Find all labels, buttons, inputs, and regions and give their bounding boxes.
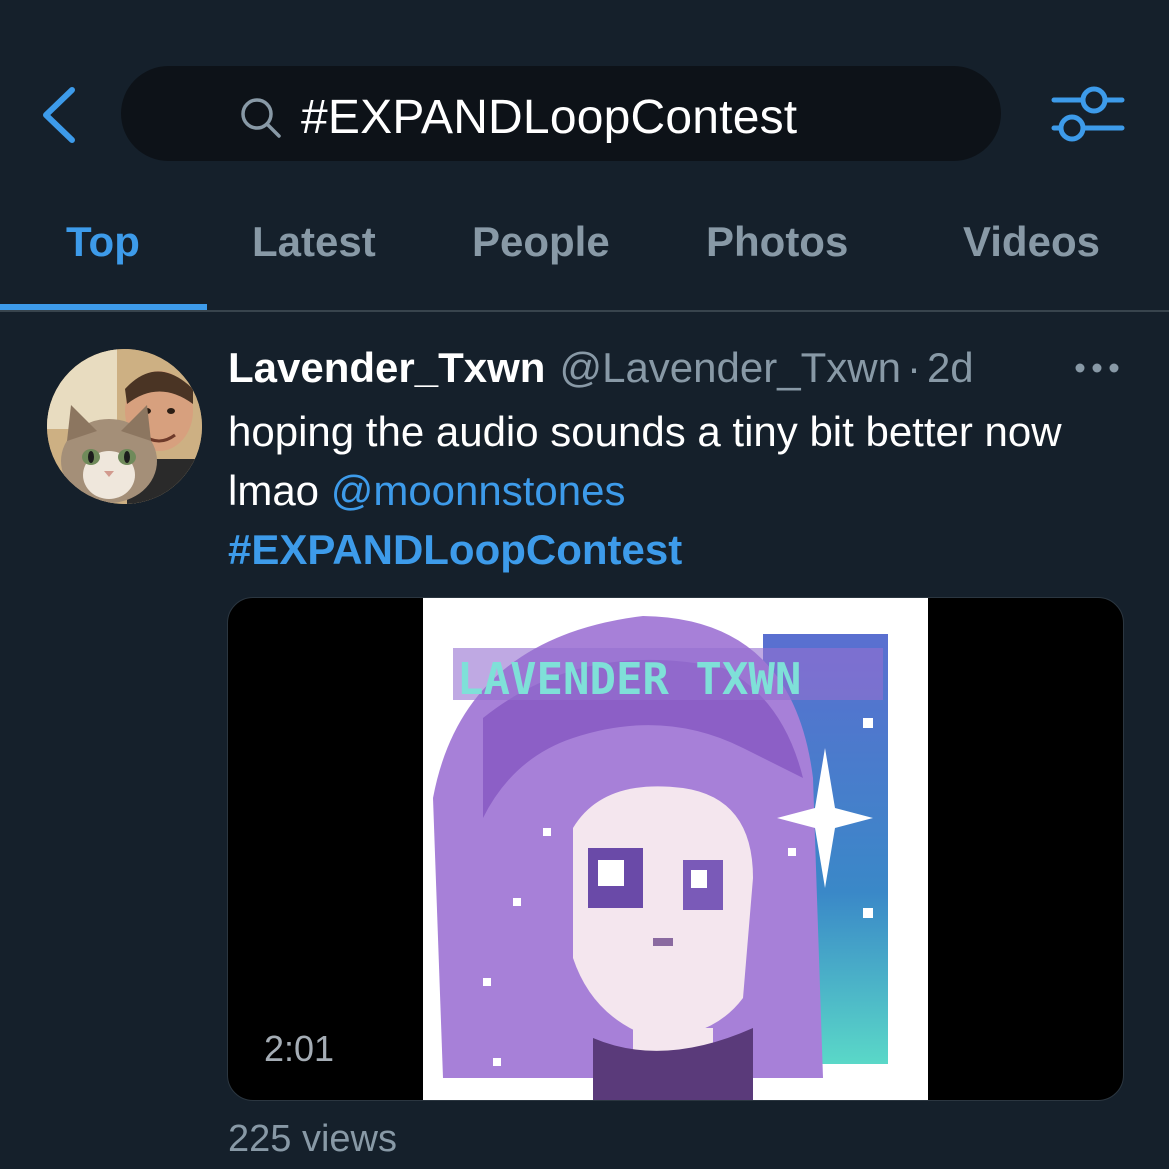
video-thumbnail: LAVENDER TXWN — [423, 598, 928, 1100]
tab-videos[interactable]: Videos — [963, 218, 1100, 266]
mention-link[interactable]: @moonnstones — [331, 467, 626, 514]
author-name[interactable]: Lavender_Txwn — [228, 344, 545, 391]
separator: · — [906, 344, 921, 391]
tab-latest[interactable]: Latest — [252, 218, 376, 266]
avatar[interactable] — [47, 349, 202, 504]
more-dots-icon — [1075, 363, 1119, 373]
filter-sliders-icon — [1051, 86, 1125, 142]
tweet-time[interactable]: 2d — [927, 344, 974, 391]
pixel-art-artwork: LAVENDER TXWN — [423, 598, 928, 1100]
tab-people[interactable]: People — [472, 218, 610, 266]
back-button[interactable] — [30, 80, 90, 150]
hashtag-link[interactable]: #EXPANDLoopContest — [228, 526, 682, 573]
tweet-header: Lavender_Txwn @Lavender_Txwn · 2d — [228, 344, 1128, 394]
search-query-text: #EXPANDLoopContest — [301, 91, 798, 144]
search-tabs: Top Latest People Photos Videos — [0, 190, 1169, 310]
top-bar: #EXPANDLoopContest — [0, 0, 1169, 190]
tweet-text: hoping the audio sounds a tiny bit bette… — [228, 402, 1128, 579]
search-filter-button[interactable] — [1048, 78, 1128, 148]
artwork-title: LAVENDER TXWN — [457, 654, 801, 705]
back-chevron-icon — [43, 87, 75, 143]
tab-top[interactable]: Top — [66, 218, 140, 266]
author-handle[interactable]: @Lavender_Txwn — [559, 344, 900, 391]
view-count: 225 views — [228, 1118, 397, 1160]
video-player[interactable]: LAVENDER TXWN 2:01 — [227, 597, 1124, 1101]
more-options-button[interactable] — [1072, 356, 1122, 380]
search-field[interactable]: #EXPANDLoopContest — [121, 66, 1001, 161]
avatar-photo — [47, 349, 202, 504]
search-icon — [241, 97, 281, 138]
tab-photos[interactable]: Photos — [706, 218, 848, 266]
tweet[interactable]: Lavender_Txwn @Lavender_Txwn · 2d hoping th… — [0, 312, 1169, 1169]
video-duration: 2:01 — [264, 1028, 335, 1069]
search-content: #EXPANDLoopContest — [239, 90, 797, 145]
